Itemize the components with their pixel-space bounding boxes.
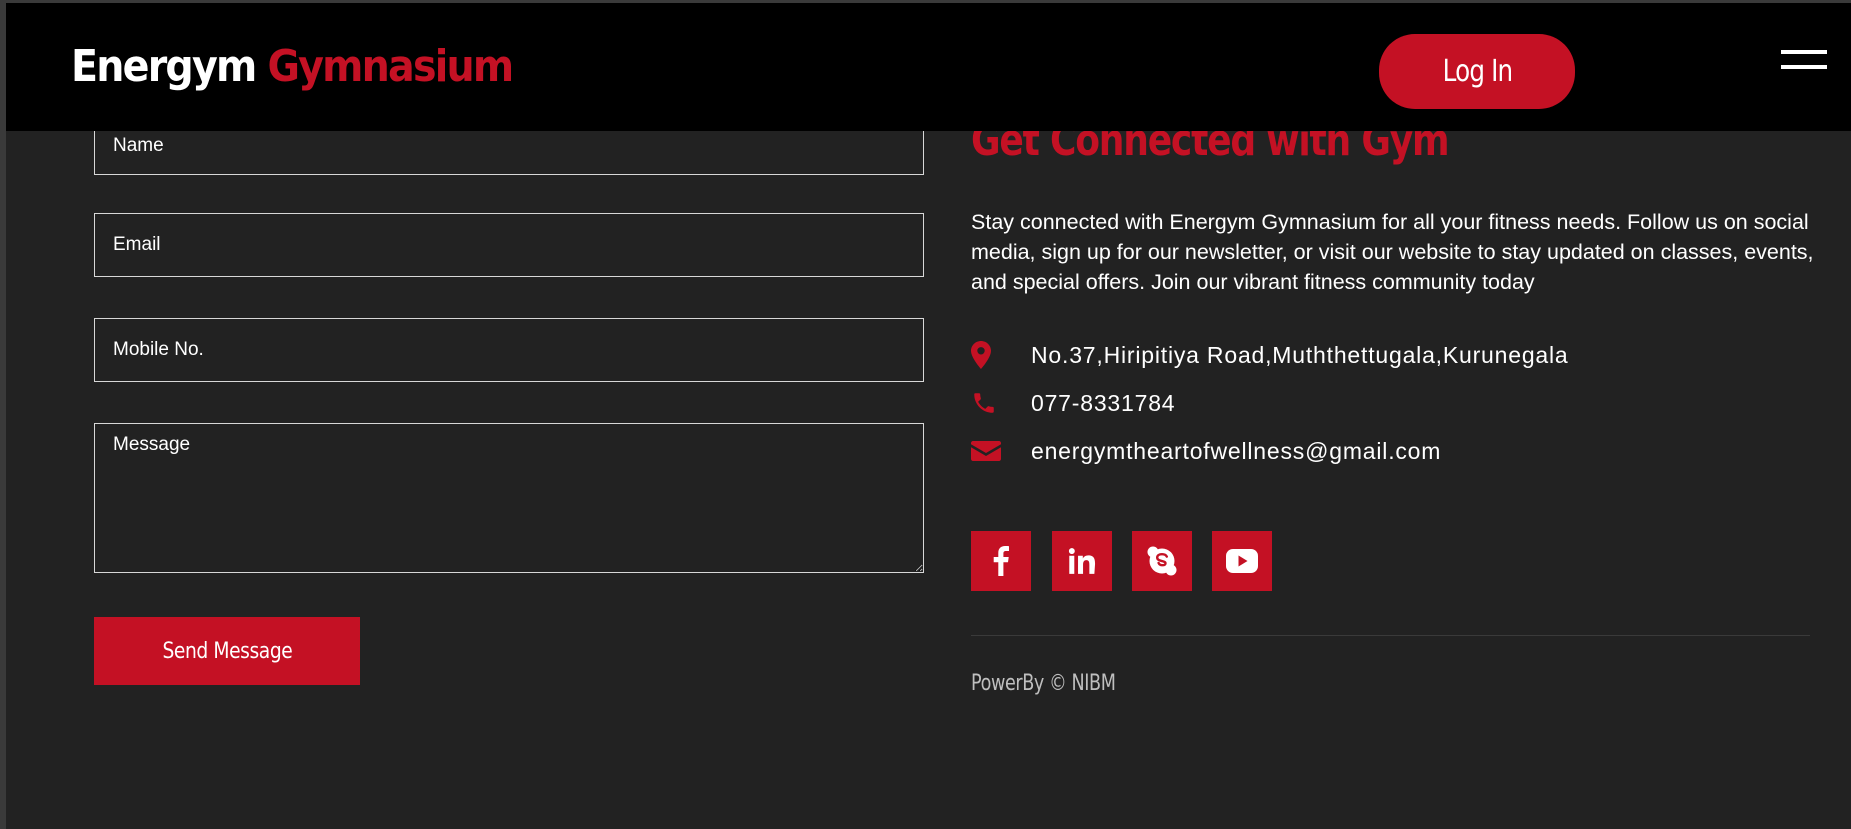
footer-divider — [971, 635, 1810, 636]
skype-button[interactable] — [1132, 531, 1192, 591]
send-message-label: Send Message — [162, 638, 292, 664]
email-input[interactable] — [94, 213, 924, 277]
contact-intro-text: Stay connected with Energym Gymnasium fo… — [971, 210, 1814, 294]
top-navbar: Energym Gymnasium Log In — [6, 3, 1851, 131]
address-row: No.37,Hiripitiya Road,Muththettugala,Kur… — [971, 337, 1568, 373]
skype-icon — [1147, 546, 1177, 576]
email-row: energymtheartofwellness@gmail.com — [971, 433, 1440, 469]
page-frame: Energym Gymnasium Log In Send Message Ge… — [6, 3, 1851, 829]
linkedin-icon — [1068, 548, 1096, 574]
brand-logo[interactable]: Energym Gymnasium — [71, 41, 514, 92]
message-textarea[interactable] — [94, 423, 924, 573]
brand-name-part1: Energym — [71, 41, 257, 92]
hamburger-menu-icon[interactable] — [1781, 47, 1827, 75]
youtube-icon — [1226, 549, 1258, 573]
brand-name-part2: Gymnasium — [267, 41, 514, 92]
phone-icon — [971, 387, 1003, 419]
facebook-icon — [993, 546, 1009, 576]
youtube-button[interactable] — [1212, 531, 1272, 591]
phone-text: 077-8331784 — [1031, 389, 1176, 416]
map-pin-icon — [971, 339, 1003, 371]
footer-credit: PowerBy © NIBM — [971, 671, 1116, 696]
email-text[interactable]: energymtheartofwellness@gmail.com — [1031, 438, 1441, 465]
hamburger-line — [1781, 50, 1827, 54]
login-button[interactable]: Log In — [1379, 34, 1575, 109]
envelope-icon — [971, 435, 1003, 467]
phone-row: 077-8331784 — [971, 385, 1175, 421]
send-message-button[interactable]: Send Message — [94, 617, 360, 685]
facebook-button[interactable] — [971, 531, 1031, 591]
hamburger-line — [1781, 65, 1827, 69]
linkedin-button[interactable] — [1052, 531, 1112, 591]
mobile-input[interactable] — [94, 318, 924, 382]
address-text: No.37,Hiripitiya Road,Muththettugala,Kur… — [1031, 341, 1569, 368]
login-button-label: Log In — [1442, 54, 1513, 89]
